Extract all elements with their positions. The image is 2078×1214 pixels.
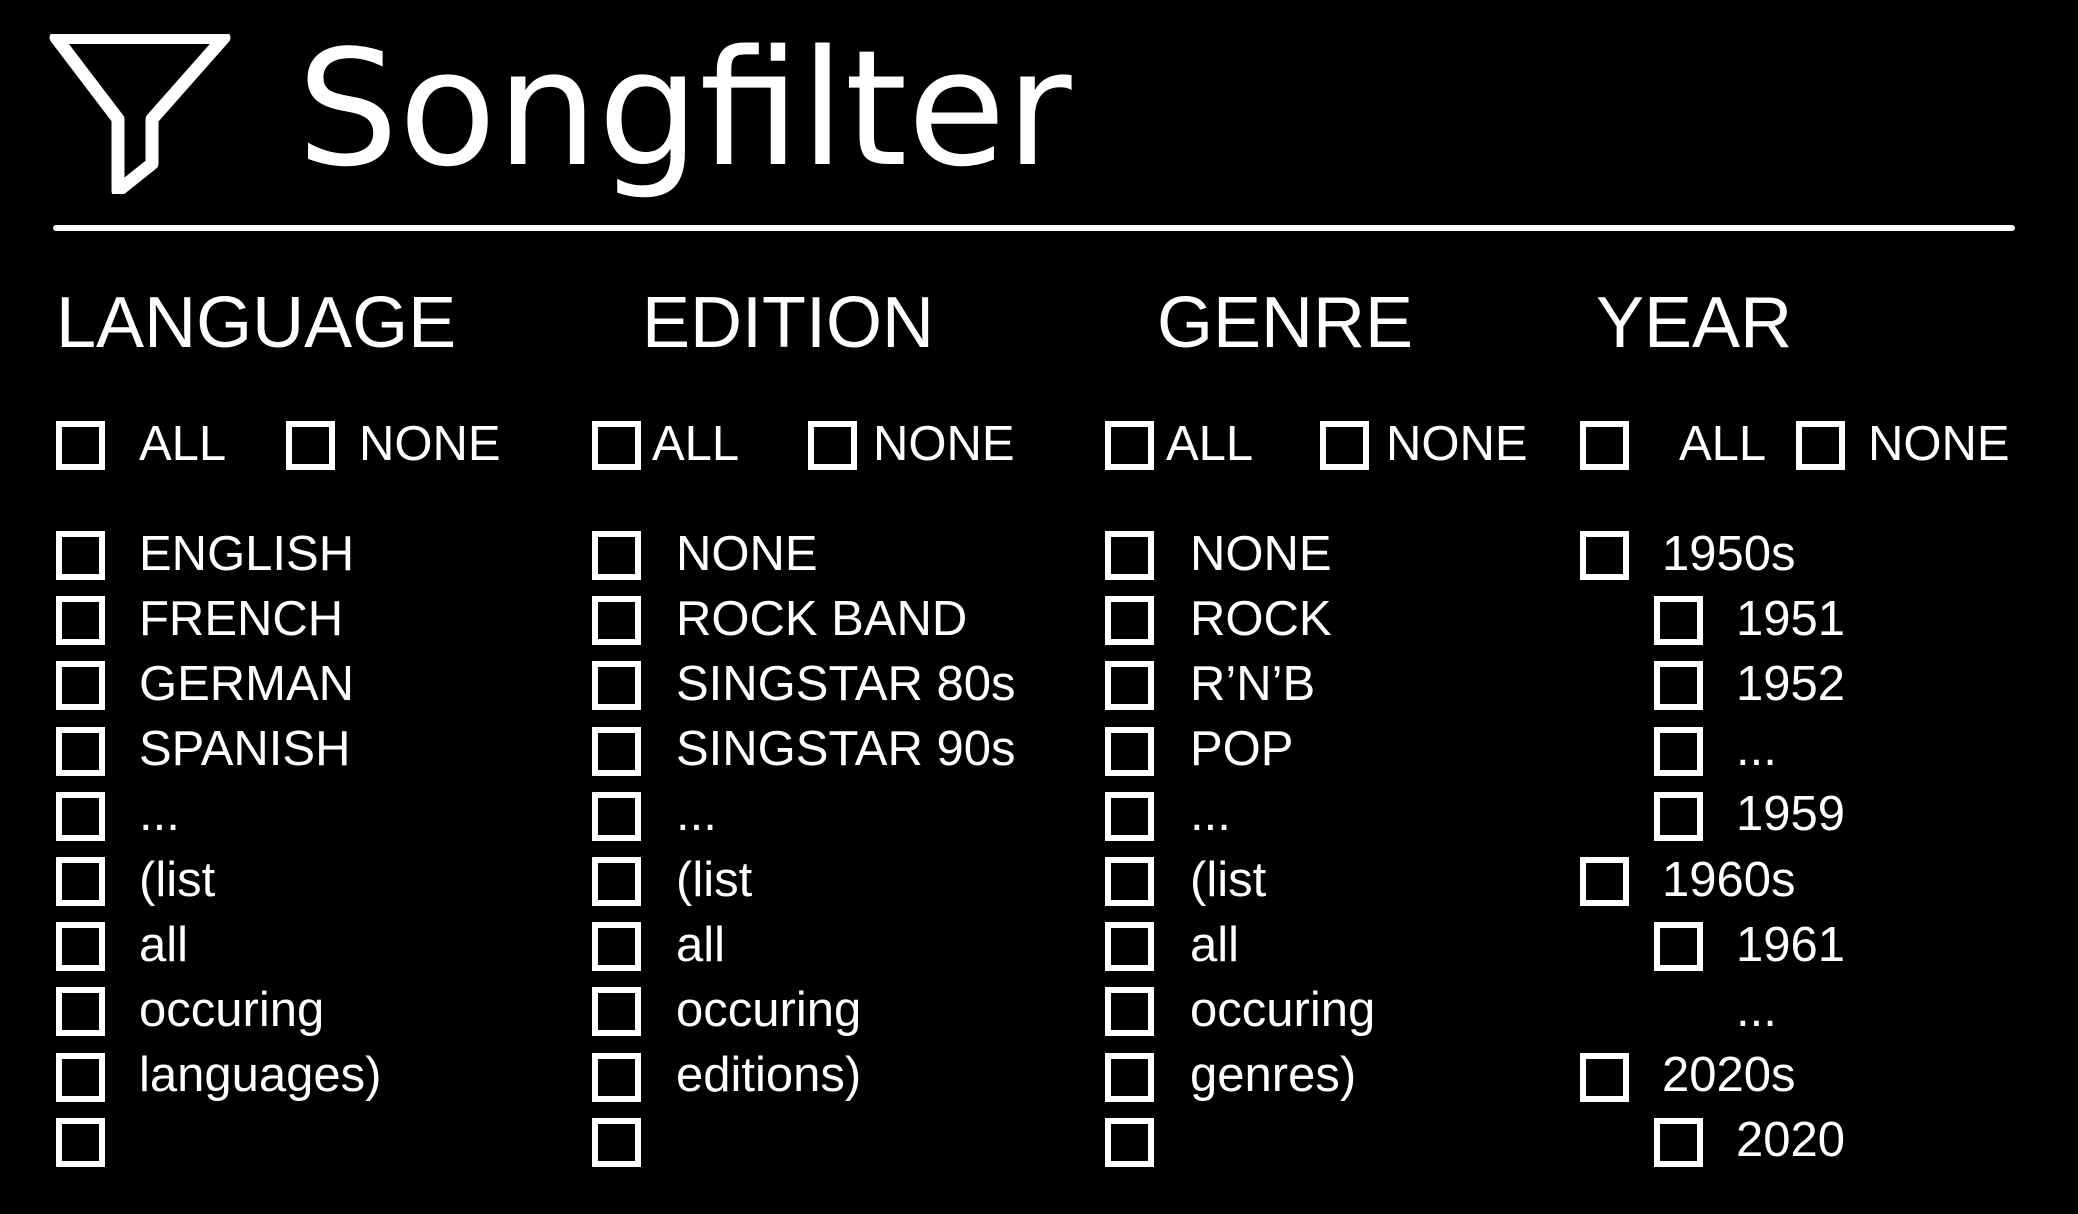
- genre-option-label-all: all: [1190, 917, 1240, 972]
- year-select-all-checkbox[interactable]: [1580, 421, 1629, 470]
- year-option-label-1960s: 1960s: [1662, 852, 1796, 907]
- edition-option-checkbox[interactable]: [592, 661, 641, 711]
- edition-option-label-occuring: occuring: [676, 982, 862, 1037]
- language-option-checkbox[interactable]: [56, 661, 105, 711]
- year-option-label-ellipsis: ...: [1736, 722, 1777, 777]
- language-option-label-occuring: occuring: [139, 982, 325, 1037]
- app-title: Songfilter: [297, 15, 1072, 202]
- year-select-all-label: ALL: [1679, 416, 1767, 471]
- genre-option-checkbox[interactable]: [1105, 922, 1154, 972]
- year-option-label-2020: 2020: [1736, 1113, 1846, 1168]
- edition-option-checkbox[interactable]: [592, 531, 641, 580]
- language-option-label-all: all: [139, 917, 189, 972]
- year-option-checkbox[interactable]: [1580, 857, 1629, 906]
- genre-option-label-pop: POP: [1190, 722, 1294, 777]
- edition-option-checkbox[interactable]: [592, 1052, 641, 1102]
- year-option-checkbox[interactable]: [1654, 1117, 1703, 1167]
- edition-option-checkbox[interactable]: [592, 857, 641, 906]
- year-option-checkbox[interactable]: [1654, 791, 1703, 841]
- language-option-label-ellipsis: ...: [139, 787, 180, 842]
- language-option-checkbox[interactable]: [56, 987, 105, 1037]
- year-option-label-1951: 1951: [1736, 591, 1846, 646]
- year-option-checkbox[interactable]: [1580, 1052, 1629, 1102]
- language-option-label-german: GERMAN: [139, 656, 355, 711]
- language-select-all-checkbox[interactable]: [56, 421, 105, 470]
- genre-option-label-ellipsis: ...: [1190, 787, 1231, 842]
- year-option-checkbox[interactable]: [1580, 531, 1629, 580]
- language-option-checkbox[interactable]: [56, 791, 105, 841]
- edition-option-label-list: (list: [676, 852, 753, 907]
- edition-select-none-checkbox[interactable]: [808, 421, 857, 470]
- filter-funnel-icon: [49, 34, 231, 194]
- genre-option-checkbox[interactable]: [1105, 857, 1154, 906]
- genre-option-label-genres: genres): [1190, 1048, 1357, 1103]
- language-option-checkbox[interactable]: [56, 1117, 105, 1167]
- genre-option-checkbox[interactable]: [1105, 791, 1154, 841]
- year-option-label-2020s: 2020s: [1662, 1048, 1796, 1103]
- language-option-checkbox[interactable]: [56, 1052, 105, 1102]
- language-select-all-label: ALL: [139, 416, 227, 471]
- year-select-none-checkbox[interactable]: [1796, 421, 1845, 470]
- genre-select-none-label: NONE: [1386, 416, 1528, 471]
- year-option-label-1961: 1961: [1736, 917, 1846, 972]
- genre-column-header: GENRE: [1157, 283, 1414, 363]
- edition-option-label-none: NONE: [676, 526, 818, 581]
- genre-option-checkbox[interactable]: [1105, 987, 1154, 1037]
- year-option-checkbox[interactable]: [1654, 922, 1703, 972]
- edition-select-all-checkbox[interactable]: [592, 421, 641, 470]
- genre-option-label-occuring: occuring: [1190, 982, 1376, 1037]
- year-option-checkbox[interactable]: [1654, 661, 1703, 711]
- year-option-label-1959: 1959: [1736, 787, 1846, 842]
- language-option-label-english: ENGLISH: [139, 526, 355, 581]
- genre-select-all-checkbox[interactable]: [1105, 421, 1154, 470]
- genre-option-checkbox[interactable]: [1105, 1117, 1154, 1167]
- genre-option-checkbox[interactable]: [1105, 531, 1154, 580]
- edition-column-header: EDITION: [642, 283, 935, 363]
- language-select-none-checkbox[interactable]: [286, 421, 335, 470]
- edition-option-checkbox[interactable]: [592, 791, 641, 841]
- year-option-label-ellipsis: ...: [1736, 982, 1777, 1037]
- genre-option-checkbox[interactable]: [1105, 1052, 1154, 1102]
- language-option-label-languages: languages): [139, 1048, 382, 1103]
- language-option-label-spanish: SPANISH: [139, 722, 351, 777]
- edition-option-label-singstar-90s: SINGSTAR 90s: [676, 722, 1016, 777]
- edition-option-label-editions: editions): [676, 1048, 862, 1103]
- edition-option-checkbox[interactable]: [592, 1117, 641, 1167]
- genre-select-all-label: ALL: [1166, 416, 1254, 471]
- edition-option-label-singstar-80s: SINGSTAR 80s: [676, 656, 1016, 711]
- edition-select-all-label: ALL: [652, 416, 740, 471]
- year-option-label-1950s: 1950s: [1662, 526, 1796, 581]
- edition-select-none-label: NONE: [873, 416, 1015, 471]
- genre-option-label-rock: ROCK: [1190, 591, 1332, 646]
- genre-option-checkbox[interactable]: [1105, 726, 1154, 776]
- language-option-checkbox[interactable]: [56, 726, 105, 776]
- language-option-label-french: FRENCH: [139, 591, 344, 646]
- year-select-none-label: NONE: [1868, 416, 2010, 471]
- edition-option-checkbox[interactable]: [592, 726, 641, 776]
- language-column-header: LANGUAGE: [56, 283, 457, 363]
- genre-select-none-checkbox[interactable]: [1320, 421, 1369, 470]
- genre-option-checkbox[interactable]: [1105, 596, 1154, 646]
- language-option-checkbox[interactable]: [56, 857, 105, 906]
- language-option-label-list: (list: [139, 852, 216, 907]
- title-divider: [53, 225, 2015, 231]
- language-option-checkbox[interactable]: [56, 922, 105, 972]
- language-option-checkbox[interactable]: [56, 531, 105, 580]
- genre-option-label-none: NONE: [1190, 526, 1332, 581]
- year-option-checkbox[interactable]: [1654, 596, 1703, 646]
- language-option-checkbox[interactable]: [56, 596, 105, 646]
- edition-option-checkbox[interactable]: [592, 596, 641, 646]
- edition-option-checkbox[interactable]: [592, 922, 641, 972]
- year-column-header: YEAR: [1596, 283, 1793, 363]
- edition-option-label-all: all: [676, 917, 726, 972]
- genre-option-checkbox[interactable]: [1105, 661, 1154, 711]
- year-option-label-1952: 1952: [1736, 656, 1846, 711]
- genre-option-label-r-n-b: R’N’B: [1190, 656, 1316, 711]
- edition-option-label-ellipsis: ...: [676, 787, 717, 842]
- edition-option-label-rock-band: ROCK BAND: [676, 591, 968, 646]
- genre-option-label-list: (list: [1190, 852, 1267, 907]
- year-option-checkbox[interactable]: [1654, 726, 1703, 776]
- language-select-none-label: NONE: [359, 416, 501, 471]
- edition-option-checkbox[interactable]: [592, 987, 641, 1037]
